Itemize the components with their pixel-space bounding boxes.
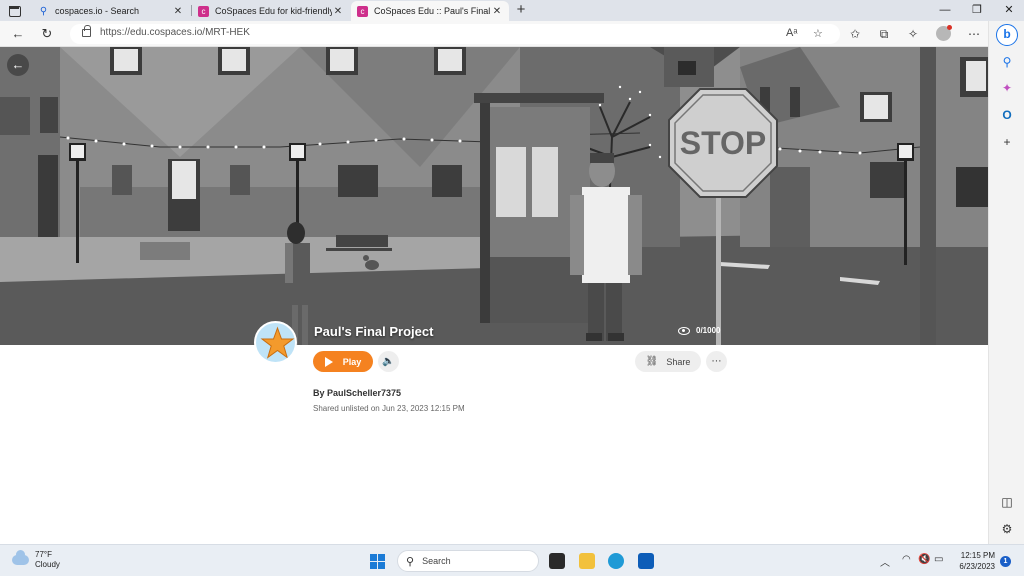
profile-avatar-icon[interactable]: [936, 25, 952, 41]
weather-widget[interactable]: 77°F Cloudy: [12, 550, 60, 570]
play-button[interactable]: Play: [313, 351, 373, 372]
windows-taskbar: 77°F Cloudy ⚲ Search ︿ ◠ 🔇 ▭ 12:15 PM 6/…: [0, 544, 1024, 576]
windows-start-icon[interactable]: [370, 554, 385, 569]
creator-avatar[interactable]: [254, 321, 297, 364]
share-label: Share: [666, 356, 691, 367]
tab-cospaces-home[interactable]: c CoSpaces Edu for kid-friendly 3D ✕: [192, 1, 350, 21]
sidebar-toggle-icon[interactable]: ◫: [999, 494, 1015, 510]
minimize-button[interactable]: —: [930, 2, 960, 18]
outlook-icon[interactable]: O: [999, 107, 1015, 123]
favorites-icon[interactable]: ✩: [847, 26, 863, 42]
lock-icon[interactable]: [82, 25, 91, 37]
tab-close-icon[interactable]: ✕: [332, 6, 344, 17]
play-label: Play: [342, 356, 362, 367]
chevron-up-icon[interactable]: ︿: [880, 554, 890, 569]
tab-label: CoSpaces Edu for kid-friendly 3D: [215, 6, 332, 16]
clock-time: 12:15 PM: [960, 551, 995, 560]
scene-illustration: STOP: [0, 47, 988, 345]
add-sidebar-icon[interactable]: +: [999, 134, 1015, 150]
cospaces-favicon-icon: c: [198, 5, 209, 17]
collections-icon[interactable]: ⧉: [876, 26, 892, 42]
star-icon: [260, 326, 295, 359]
edge-icon[interactable]: [608, 553, 624, 569]
file-explorer-icon[interactable]: [579, 553, 595, 569]
extensions-icon[interactable]: ✧: [905, 26, 921, 42]
tab-close-icon[interactable]: ✕: [491, 6, 503, 17]
copilot-icon[interactable]: ✦: [999, 80, 1015, 96]
refresh-icon[interactable]: ↻: [38, 25, 56, 43]
taskbar-search[interactable]: ⚲ Search: [397, 550, 539, 572]
cospaces-favicon-icon: c: [357, 5, 368, 17]
notification-badge[interactable]: 1: [1000, 556, 1011, 567]
system-clock[interactable]: 12:15 PM 6/23/2023: [955, 550, 995, 572]
tab-label: cospaces.io - Search: [55, 6, 140, 16]
wifi-icon[interactable]: ◠: [902, 554, 911, 565]
task-view-icon[interactable]: [549, 553, 565, 569]
battery-icon[interactable]: ▭: [934, 554, 943, 565]
tab-label: CoSpaces Edu :: Paul's Final Project: [374, 6, 491, 16]
search-icon: ⚲: [406, 555, 415, 568]
address-bar[interactable]: https://edu.cospaces.io/MRT-HEK Aᵃ ☆: [70, 24, 840, 44]
bing-icon[interactable]: b: [996, 24, 1018, 46]
more-options-button[interactable]: ⋯: [706, 351, 727, 372]
read-aloud-icon[interactable]: Aᵃ: [786, 27, 797, 39]
weather-desc: Cloudy: [35, 560, 60, 569]
eye-icon: [678, 326, 690, 335]
speaker-icon[interactable]: 🔈: [378, 351, 399, 372]
close-window-button[interactable]: ✕: [994, 2, 1024, 18]
cloud-icon: [12, 550, 29, 565]
store-icon[interactable]: [638, 553, 654, 569]
project-author[interactable]: By PaulScheller7375: [313, 388, 401, 398]
search-icon[interactable]: ⚲: [999, 54, 1015, 70]
restore-button[interactable]: ❐: [962, 2, 992, 18]
play-icon: [324, 356, 333, 367]
new-tab-button[interactable]: +: [513, 2, 529, 18]
project-title: Paul's Final Project: [314, 324, 434, 339]
stop-sign-text: STOP: [680, 125, 767, 161]
settings-gear-icon[interactable]: ⚙: [999, 521, 1015, 537]
link-icon: ⛓: [645, 356, 659, 367]
tab-cospaces-project[interactable]: c CoSpaces Edu :: Paul's Final Project ✕: [351, 1, 509, 21]
back-arrow-icon[interactable]: ←: [9, 25, 27, 43]
edge-sidebar: b ⚲ ✦ O + ◫ ⚙: [988, 21, 1024, 544]
clock-date: 6/23/2023: [959, 562, 995, 571]
back-button[interactable]: ←: [7, 54, 29, 76]
browser-tab-bar: ⚲ cospaces.io - Search ✕ c CoSpaces Edu …: [0, 0, 1024, 21]
taskbar-search-label: Search: [422, 556, 451, 566]
more-icon[interactable]: ⋯: [966, 26, 982, 42]
volume-icon[interactable]: 🔇: [918, 554, 930, 565]
share-button[interactable]: ⛓ Share: [635, 351, 701, 372]
tab-actions-icon[interactable]: [6, 3, 22, 19]
view-count: 0/1000: [696, 326, 721, 335]
project-scene-preview[interactable]: STOP ← Paul's Final Project 0/1000: [0, 47, 988, 345]
url-text[interactable]: https://edu.cospaces.io/MRT-HEK: [100, 27, 250, 38]
view-counter: 0/1000: [678, 326, 720, 335]
shared-date: Shared unlisted on Jun 23, 2023 12:15 PM: [313, 404, 465, 413]
weather-temp: 77°F: [35, 550, 52, 559]
tab-close-icon[interactable]: ✕: [172, 6, 184, 17]
search-icon: ⚲: [39, 5, 48, 17]
address-toolbar: ← ↻ https://edu.cospaces.io/MRT-HEK Aᵃ ☆…: [0, 21, 1024, 47]
favorite-star-icon[interactable]: ☆: [813, 27, 823, 40]
tab-bing-search[interactable]: ⚲ cospaces.io - Search ✕: [32, 1, 190, 21]
